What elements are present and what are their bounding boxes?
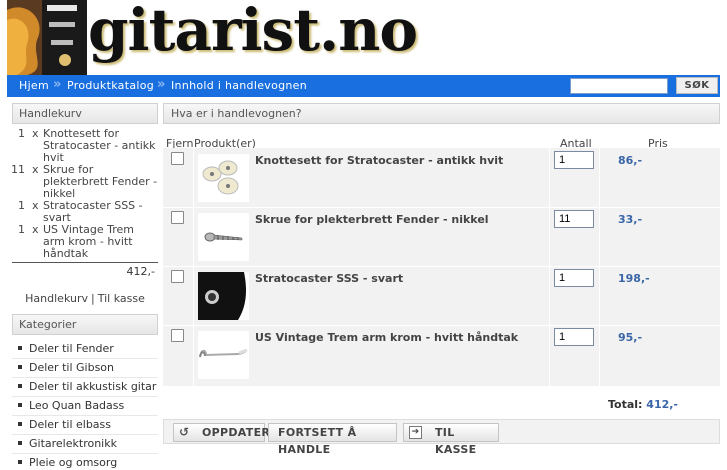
cart-action-bar: ↺ OPPDATER FORTSETT Å HANDLE ➔ TIL KASSE <box>163 419 720 456</box>
category-item[interactable]: Deler til Gibson <box>12 359 158 378</box>
remove-checkbox[interactable] <box>171 211 184 224</box>
product-thumbnail[interactable] <box>198 272 249 320</box>
breadcrumb-home[interactable]: Hjem <box>19 79 49 92</box>
bullet-icon <box>18 422 22 426</box>
mini-cart-name[interactable]: US Vintage Trem arm krom - hvitt håndtak <box>43 224 158 260</box>
checkout-button[interactable]: ➔ TIL KASSE <box>403 423 499 456</box>
mini-cart-name[interactable]: Knottesett for Stratocaster - antikk hvi… <box>43 128 158 164</box>
category-item[interactable]: Gitarelektronikk <box>12 435 158 454</box>
category-item[interactable]: Pleie og omsorg <box>12 454 158 470</box>
remove-checkbox[interactable] <box>171 152 184 165</box>
category-label[interactable]: Deler til Fender <box>29 342 114 355</box>
remove-checkbox[interactable] <box>171 270 184 283</box>
mini-cart-times: x <box>32 223 39 236</box>
product-name[interactable]: Knottesett for Stratocaster - antikk hvi… <box>255 154 503 167</box>
product-thumbnail[interactable] <box>198 154 249 202</box>
checkout-arrow-icon: ➔ <box>409 426 422 439</box>
table-row: Knottesett for Stratocaster - antikk hvi… <box>163 148 720 207</box>
breadcrumb-separator-icon: » <box>53 77 62 92</box>
total-value: 412,- <box>646 398 679 411</box>
categories-box: Kategorier <box>12 314 158 335</box>
site-logo-text[interactable]: gitarist.no <box>88 0 418 64</box>
product-name[interactable]: Stratocaster SSS - svart <box>255 272 403 285</box>
link-separator: | <box>90 292 95 305</box>
breadcrumb-bar: Hjem » Produktkatalog » Innhold i handle… <box>7 75 720 97</box>
mini-cart-item[interactable]: 11 x Skrue for plekterbrett Fender - nik… <box>11 163 158 200</box>
breadcrumb-catalog[interactable]: Produktkatalog <box>67 79 154 92</box>
refresh-icon: ↺ <box>179 425 190 439</box>
bullet-icon <box>18 441 22 445</box>
category-label[interactable]: Deler til Gibson <box>29 361 114 374</box>
continue-shopping-label: FORTSETT Å HANDLE <box>278 426 357 456</box>
product-thumbnail[interactable] <box>198 331 249 379</box>
mini-cart-times: x <box>32 163 39 176</box>
quantity-input[interactable] <box>554 328 594 346</box>
update-button-label: OPPDATER <box>202 426 271 439</box>
quantity-input[interactable] <box>554 151 594 169</box>
mini-cart-item[interactable]: 1 x US Vintage Trem arm krom - hvitt hån… <box>12 224 158 260</box>
bullet-icon <box>18 365 22 369</box>
category-label[interactable]: Pleie og omsorg <box>29 456 117 469</box>
categories-box-title: Kategorier <box>12 314 158 335</box>
total-label: Total: <box>608 398 643 411</box>
mini-cart-times: x <box>32 127 39 140</box>
category-item[interactable]: Deler til akkustisk gitar <box>12 378 158 397</box>
category-label[interactable]: Deler til akkustisk gitar <box>29 380 156 393</box>
search-input[interactable] <box>570 78 668 94</box>
mini-cart-qty: 1 <box>18 199 25 212</box>
mini-cart-divider <box>12 262 158 263</box>
mini-cart-links: Handlekurv | Til kasse <box>12 292 158 305</box>
quantity-input[interactable] <box>554 210 594 228</box>
table-row: US Vintage Trem arm krom - hvitt håndtak… <box>163 325 720 384</box>
product-price: 33,- <box>618 213 643 226</box>
breadcrumb-separator-icon: » <box>157 77 166 92</box>
product-price: 86,- <box>618 154 643 167</box>
table-row: Stratocaster SSS - svart 198,- <box>163 266 720 325</box>
cart-table: Knottesett for Stratocaster - antikk hvi… <box>163 148 720 386</box>
mini-cart-times: x <box>32 199 39 212</box>
mini-cart-total: 412,- <box>126 265 155 278</box>
mini-cart-qty: 1 <box>18 127 25 140</box>
category-label[interactable]: Deler til elbass <box>29 418 111 431</box>
product-price: 95,- <box>618 331 643 344</box>
category-label[interactable]: Leo Quan Badass <box>29 399 124 412</box>
cart-total: Total: 412,- <box>608 398 678 411</box>
bullet-icon <box>18 384 22 388</box>
mini-cart-qty: 11 <box>11 163 25 176</box>
mini-cart-item[interactable]: 1 x Stratocaster SSS - svart <box>12 200 158 224</box>
mini-cart-qty: 1 <box>18 223 25 236</box>
cart-link[interactable]: Handlekurv <box>25 292 88 305</box>
product-thumbnail[interactable] <box>198 213 249 261</box>
mini-cart-item[interactable]: 1 x Knottesett for Stratocaster - antikk… <box>12 128 158 164</box>
site-header: gitarist.no <box>0 0 727 75</box>
checkout-link[interactable]: Til kasse <box>98 292 145 305</box>
cart-box: Handlekurv <box>12 103 158 124</box>
guitar-logo-image[interactable] <box>7 0 87 75</box>
product-name[interactable]: US Vintage Trem arm krom - hvitt håndtak <box>255 331 518 344</box>
checkout-button-label: TIL KASSE <box>435 426 477 456</box>
breadcrumb-cart-contents[interactable]: Innhold i handlevognen <box>171 79 307 92</box>
category-item[interactable]: Deler til elbass <box>12 416 158 435</box>
category-list: Deler til Fender Deler til Gibson Deler … <box>12 340 158 470</box>
category-item[interactable]: Deler til Fender <box>12 340 158 359</box>
bullet-icon <box>18 460 22 464</box>
category-label[interactable]: Gitarelektronikk <box>29 437 117 450</box>
mini-cart-name[interactable]: Stratocaster SSS - svart <box>43 200 158 224</box>
mini-cart-name[interactable]: Skrue for plekterbrett Fender - nikkel <box>43 164 158 200</box>
table-row: Skrue for plekterbrett Fender - nikkel 3… <box>163 207 720 266</box>
mini-cart-list: 1 x Knottesett for Stratocaster - antikk… <box>11 128 158 260</box>
update-button[interactable]: ↺ OPPDATER <box>173 423 270 442</box>
page-title: Hva er i handlevognen? <box>163 103 720 124</box>
product-price: 198,- <box>618 272 650 285</box>
remove-checkbox[interactable] <box>171 329 184 342</box>
continue-shopping-button[interactable]: FORTSETT Å HANDLE <box>268 423 397 456</box>
category-item[interactable]: Leo Quan Badass <box>12 397 158 416</box>
bullet-icon <box>18 346 22 350</box>
bullet-icon <box>18 403 22 407</box>
quantity-input[interactable] <box>554 269 594 287</box>
cart-box-title: Handlekurv <box>12 103 158 124</box>
product-name[interactable]: Skrue for plekterbrett Fender - nikkel <box>255 213 489 226</box>
search-button[interactable]: SØK <box>676 77 718 94</box>
